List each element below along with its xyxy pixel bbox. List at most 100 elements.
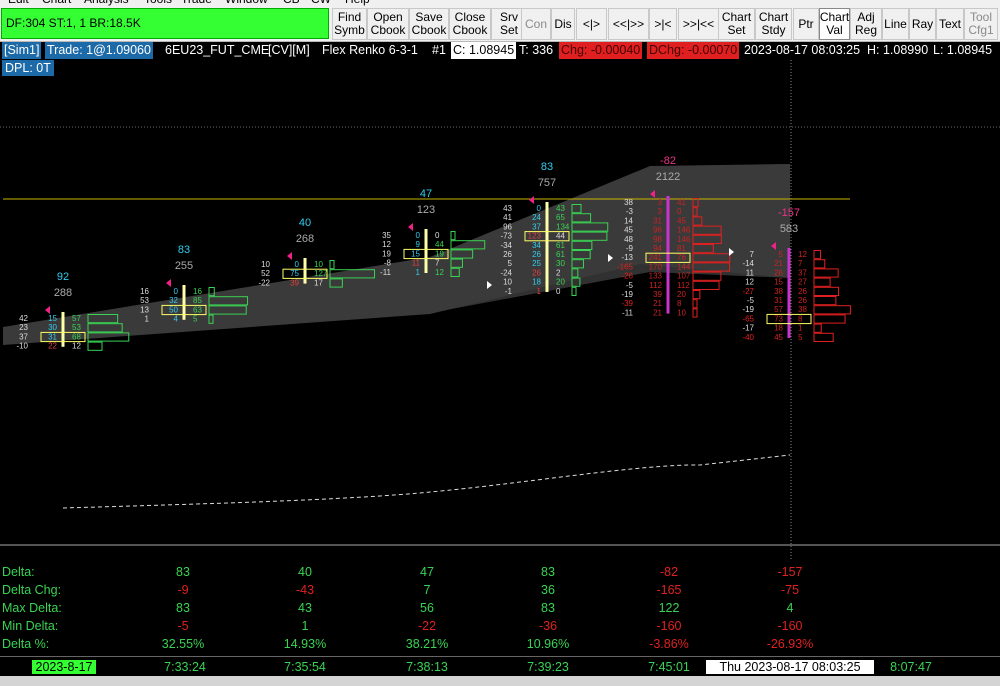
toolbar-button-ray[interactable]: Ray [909, 8, 936, 40]
footprint-net-value: -11 [622, 308, 634, 317]
footprint-ask-value: 63 [193, 305, 202, 314]
footprint-ask-value: 2 [556, 268, 561, 277]
footprint-net-value: -14 [742, 259, 754, 268]
footprint-ask-value: 61 [556, 250, 565, 259]
toolbar-button-con[interactable]: Con [521, 8, 551, 40]
footprint-net-value: 96 [503, 222, 512, 231]
footprint-ask-value: 12 [72, 342, 81, 351]
footprint-ask-value: 1 [798, 324, 803, 333]
bar-marker [408, 223, 413, 231]
footprint-ask-value: 127 [314, 269, 328, 278]
volume-histogram-bar [692, 308, 698, 318]
stat-label: Delta %: [2, 637, 50, 651]
toolbar-button-tool-cfg1[interactable]: Tool Cfg1 [964, 8, 998, 40]
toolbar-button-dis[interactable]: Dis [551, 8, 575, 40]
footprint-bid-value: 39 [653, 290, 662, 299]
footprint-bid-value: 15 [774, 278, 783, 287]
delta-stats-table: Delta: 83 40 47 83 -82 -157 Delta Chg: -9 -43 7 36 -… [0, 560, 1000, 656]
footprint-net-value: 53 [140, 296, 149, 305]
stat-value: 43 [298, 601, 312, 615]
bar-delta-label: -82 [660, 155, 676, 167]
toolbar-button-text[interactable]: Text [936, 8, 964, 40]
toolbar-button-nav[interactable]: <|> [576, 8, 607, 40]
toolbar-button-adj-reg[interactable]: Adj Reg [850, 8, 882, 40]
cursor-time-label: Thu 2023-08-17 08:03:25 [706, 660, 874, 674]
footprint-net-value: 35 [382, 231, 391, 240]
stat-value: -160 [656, 619, 682, 633]
footprint-bid-value: 21 [653, 308, 662, 317]
volume-histogram-bar [571, 286, 577, 297]
toolbar-button-nav[interactable]: >|< [649, 8, 677, 40]
toolbar-button-line[interactable]: Line [882, 8, 909, 40]
bar-candle [545, 202, 549, 292]
toolbar-button-save-cbook[interactable]: Save Cbook [409, 8, 449, 40]
sim-label[interactable]: [Sim1] [2, 42, 42, 59]
stat-value: 4 [786, 601, 794, 615]
footprint-net-value: -17 [742, 324, 754, 333]
stat-value: 83 [541, 565, 555, 579]
footprint-net-value: -39 [621, 299, 633, 308]
footprint-bid-value: 21 [774, 259, 783, 268]
footprint-bid-value: 1 [416, 268, 421, 277]
footprint-ask-value: 10 [314, 260, 323, 269]
footprint-bid-value: 37 [532, 222, 541, 231]
stat-value: -82 [659, 565, 679, 579]
footprint-net-value: -1 [505, 287, 513, 296]
footprint-bid-value: 0 [537, 204, 542, 213]
stat-value: -36 [538, 619, 558, 633]
stat-value: 14.93% [283, 637, 327, 651]
footprint-bid-value: 241 [649, 253, 663, 262]
footprint-ask-value: 12 [435, 268, 444, 277]
footprint-ask-value: 26 [798, 287, 807, 296]
footprint-net-value: -13 [621, 253, 633, 262]
stat-value: -3.86% [649, 637, 689, 651]
footprint-ask-value: 26 [798, 296, 807, 305]
toolbar-button-find-symb[interactable]: Find Symb [332, 8, 367, 40]
status-box: DF:304 ST:1, 1 BR:18.5K [1, 8, 329, 39]
time-axis: 2023-8-17 7:33:24 7:35:54 7:38:13 7:39:2… [0, 656, 1000, 676]
chart-area[interactable]: 9228842 15 5723 30 5337 31 68-10 22 128325516 0 16… [0, 60, 1000, 560]
footprint-net-value: 11 [746, 268, 755, 277]
toolbar-button-open-cbook[interactable]: Open Cbook [367, 8, 409, 40]
footprint-net-value: 12 [382, 240, 391, 249]
footprint-net-value: -5 [747, 296, 755, 305]
footprint-bid-value: 5 [779, 250, 784, 259]
toolbar-button-close-cbook[interactable]: Close Cbook [449, 8, 491, 40]
toolbar-button-nav[interactable]: <<|>> [608, 8, 649, 40]
stat-value: -160 [777, 619, 803, 633]
channel-band-fill [3, 164, 790, 345]
footprint-ask-value: 146 [677, 226, 691, 235]
footprint-net-value: 26 [503, 250, 512, 259]
change-value: Chg: -0.00040 [559, 42, 643, 59]
footprint-bid-value: 57 [774, 305, 783, 314]
footprint-net-value: -65 [742, 314, 754, 323]
bar-delta-label: 92 [57, 271, 69, 283]
footprint-net-value: 43 [503, 204, 512, 213]
footprint-ask-value: 146 [677, 235, 691, 244]
daily-change-value: DChg: -0.00070 [647, 42, 740, 59]
footprint-bid-value: 133 [649, 272, 663, 281]
footprint-ask-value: 0 [556, 287, 561, 296]
footprint-bid-value: 45 [774, 333, 783, 342]
toolbar-button-chart-val[interactable]: Chart Val [819, 8, 850, 40]
toolbar-button-chart-stdy[interactable]: Chart Stdy [755, 8, 792, 40]
toolbar-button-ptr[interactable]: Ptr [793, 8, 819, 40]
toolbar-button-chart-set[interactable]: Chart Set [718, 8, 755, 40]
toolbar-button-nav[interactable]: >>|<< [678, 8, 719, 40]
stat-label: Delta Chg: [2, 583, 62, 597]
footprint-net-value: -8 [384, 259, 392, 268]
stat-value: -165 [656, 583, 682, 597]
footprint-net-value: -3 [626, 207, 634, 216]
footprint-ask-value: 7 [435, 259, 440, 268]
stat-value: 38.21% [405, 637, 449, 651]
footprint-bid-value: 39 [290, 278, 299, 287]
footprint-net-value: -40 [742, 333, 754, 342]
footprint-net-value: 7 [750, 250, 755, 259]
footprint-ask-value: 37 [798, 268, 807, 277]
stat-value: 122 [658, 601, 680, 615]
footprint-net-value: 19 [382, 249, 391, 258]
footprint-ask-value: 38 [798, 305, 807, 314]
footprint-bid-value: 11 [412, 259, 421, 268]
header-datetime: 2023-08-17 08:03:25 [744, 43, 861, 57]
time-label: 7:33:24 [164, 660, 206, 674]
